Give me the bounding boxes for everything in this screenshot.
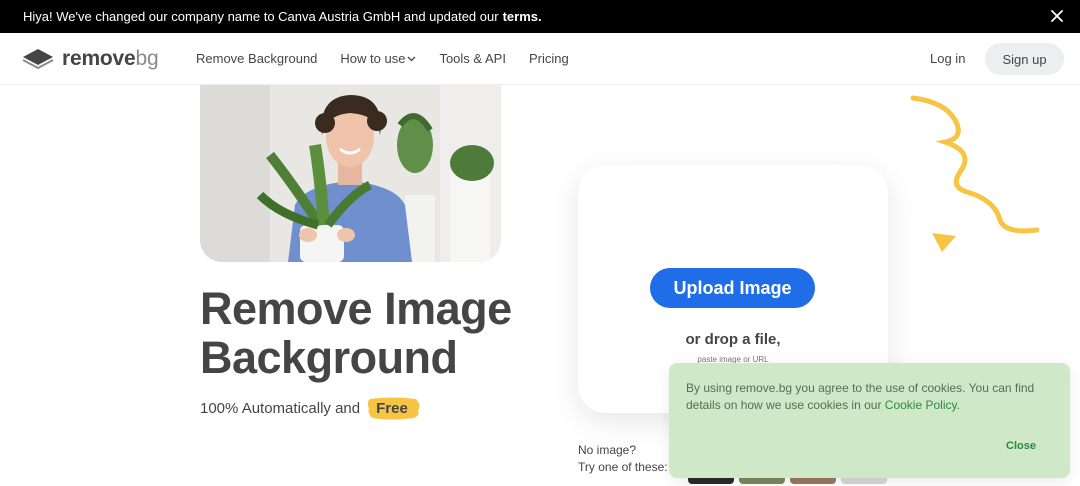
drop-file-text: or drop a file,	[685, 331, 781, 348]
squiggle-decoration	[910, 95, 1040, 234]
nav-links: Remove Background How to use Tools & API…	[196, 51, 592, 66]
announcement-bar: Hiya! We've changed our company name to …	[0, 0, 1080, 33]
hero-photo	[200, 85, 501, 262]
signup-button[interactable]: Sign up	[985, 43, 1064, 75]
nav-link-remove-background[interactable]: Remove Background	[196, 51, 317, 66]
cookie-close-button[interactable]: Close	[1006, 440, 1036, 452]
sample-images-prompt: No image? Try one of these:	[578, 443, 668, 474]
terms-link[interactable]: terms.	[503, 9, 542, 24]
top-navigation: removebg Remove Background How to use To…	[0, 33, 1080, 85]
logo-wordmark: removebg	[62, 47, 159, 70]
logo-icon	[22, 49, 54, 70]
triangle-decoration	[932, 233, 956, 252]
nav-link-pricing[interactable]: Pricing	[529, 51, 569, 66]
hero-title: Remove Image Background	[200, 284, 512, 382]
login-link[interactable]: Log in	[930, 51, 965, 66]
cookie-banner: By using remove.bg you agree to the use …	[669, 363, 1070, 478]
chevron-down-icon	[407, 56, 416, 61]
upload-image-button[interactable]: Upload Image	[650, 268, 815, 308]
hero-subtitle: 100% Automatically and Free	[200, 396, 420, 420]
cookie-policy-link[interactable]: Cookie Policy	[885, 398, 957, 412]
hero-title-line2: Background	[200, 332, 458, 383]
close-icon[interactable]	[1048, 7, 1066, 25]
announcement-text: Hiya! We've changed our company name to …	[23, 9, 499, 24]
nav-link-how-to-use[interactable]: How to use	[340, 51, 416, 66]
nav-link-tools-api[interactable]: Tools & API	[439, 51, 505, 66]
free-badge: Free	[366, 396, 420, 420]
logo[interactable]: removebg	[22, 47, 159, 71]
hero-title-line1: Remove Image	[200, 283, 512, 334]
cookie-text: By using remove.bg you agree to the use …	[686, 381, 1035, 412]
